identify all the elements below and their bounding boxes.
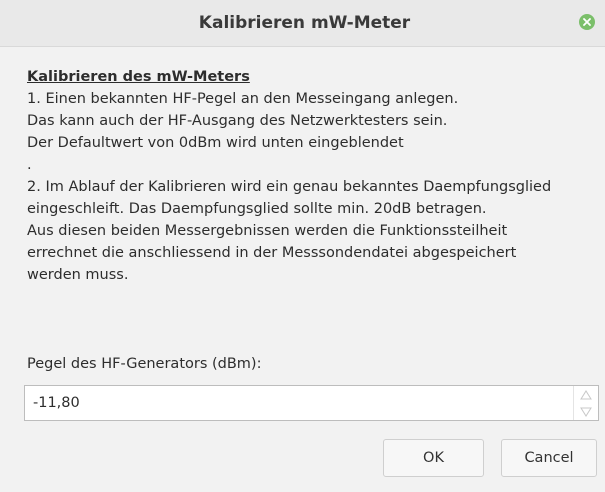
instruction-line: eingeschleift. Das Daempfungsglied sollt… (27, 201, 487, 217)
instruction-line: . (27, 157, 32, 173)
close-button[interactable] (579, 14, 595, 30)
triangle-up-icon (580, 389, 592, 399)
cancel-button[interactable]: Cancel (501, 439, 597, 477)
instruction-line: Aus diesen beiden Messergebnissen werden… (27, 223, 508, 239)
instructions-text: Kalibrieren des mW-Meters 1. Einen bekan… (27, 66, 602, 286)
triangle-down-icon (580, 407, 592, 417)
instruction-line: Das kann auch der HF-Ausgang des Netzwer… (27, 113, 448, 129)
close-icon (583, 18, 591, 26)
generator-level-spinbox (24, 385, 599, 421)
title-bar: Kalibrieren mW-Meter (0, 0, 605, 47)
window-title: Kalibrieren mW-Meter (198, 13, 411, 33)
ok-button[interactable]: OK (383, 439, 484, 477)
instruction-line: werden muss. (27, 267, 129, 283)
instruction-line: 1. Einen bekannten HF-Pegel an den Messe… (27, 91, 459, 107)
instruction-line: 2. Im Ablauf der Kalibrieren wird ein ge… (27, 179, 552, 195)
spin-down-button[interactable] (574, 403, 598, 420)
calibration-dialog: Kalibrieren mW-Meter Kalibrieren des mW-… (0, 0, 605, 492)
instructions-heading: Kalibrieren des mW-Meters (27, 69, 250, 85)
instruction-line: Der Defaultwert von 0dBm wird unten eing… (27, 135, 404, 151)
spin-buttons (573, 386, 598, 420)
spin-up-button[interactable] (574, 386, 598, 403)
generator-level-input[interactable] (25, 386, 573, 420)
instruction-line: errechnet die anschliessend in der Messs… (27, 245, 517, 261)
generator-level-label: Pegel des HF-Generators (dBm): (27, 356, 262, 372)
